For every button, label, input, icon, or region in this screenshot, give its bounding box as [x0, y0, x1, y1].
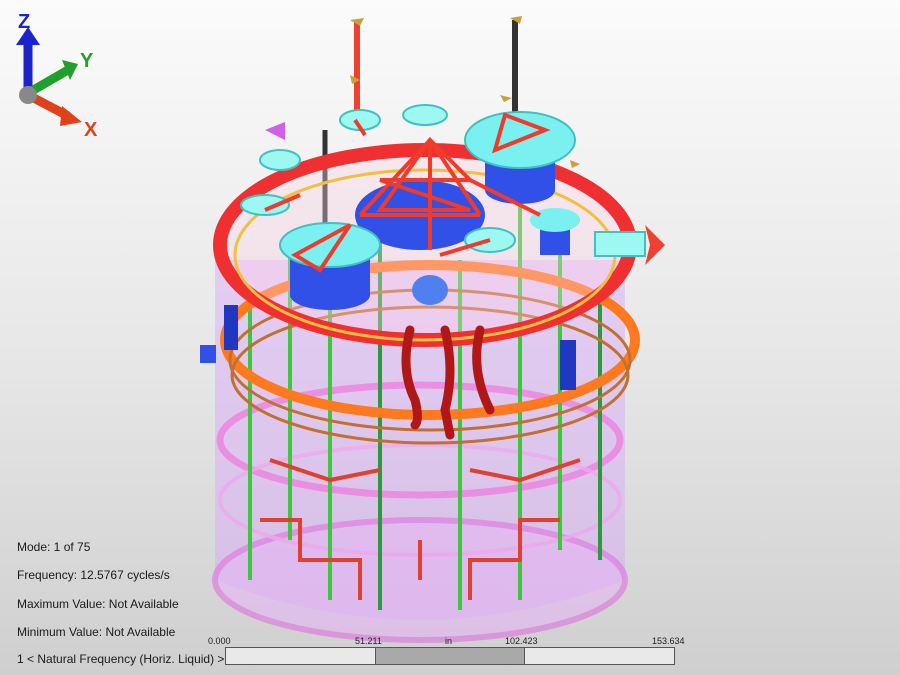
right-nozzle-arrow — [645, 225, 665, 265]
mode-readout: Mode: 1 of 75 — [17, 540, 91, 554]
scale-tick-0: 0.000 — [208, 636, 231, 646]
axis-triad[interactable]: Z Y X — [0, 0, 130, 150]
scale-tick-2: 102.423 — [505, 636, 538, 646]
scale-unit: in — [445, 636, 453, 646]
x-axis-arrowhead — [60, 106, 82, 126]
scale-tick-1: 51.211 — [355, 636, 382, 646]
z-axis-label: Z — [18, 11, 30, 33]
y-axis-label: Y — [80, 50, 94, 72]
frequency-readout: Frequency: 12.5767 cycles/s — [17, 568, 170, 582]
minimum-value-readout: Minimum Value: Not Available — [17, 625, 176, 639]
scale-tick-3: 153.634 — [652, 636, 685, 646]
result-legend-label[interactable]: 1 < Natural Frequency (Horiz. Liquid) > — [17, 652, 224, 666]
triad-origin — [19, 86, 37, 104]
scale-segment — [525, 648, 675, 664]
y-axis-shaft — [27, 66, 71, 96]
scale-segment — [226, 648, 376, 664]
scale-segment — [375, 648, 526, 664]
scale-bar — [225, 647, 675, 665]
maximum-value-readout: Maximum Value: Not Available — [17, 597, 179, 611]
model-viewport[interactable]: Mode: 1 of 75 Frequency: 12.5767 cycles/… — [0, 0, 900, 675]
x-axis-label: X — [84, 119, 98, 141]
